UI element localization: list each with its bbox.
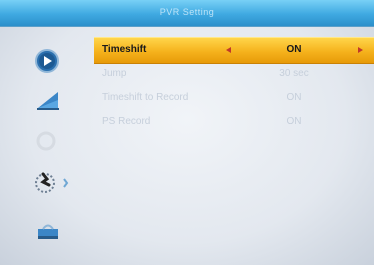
menu-item-label: Timeshift to Record: [102, 92, 189, 103]
category-search[interactable]: [8, 122, 88, 162]
menu-item-label: Timeshift: [102, 44, 147, 55]
menu-item-timeshift-to-record[interactable]: Timeshift to Record ON: [94, 86, 374, 111]
arrow-right-icon[interactable]: [358, 47, 363, 53]
category-icon-column: [8, 30, 88, 265]
menu-item-value: ON: [286, 44, 302, 55]
window-title: PVR Setting: [159, 7, 215, 17]
menu-item-value: ON: [286, 92, 302, 103]
picture-icon: [37, 92, 59, 110]
category-picture[interactable]: [8, 82, 88, 122]
system-settings-icon: [35, 172, 69, 193]
menu-item-label: Jump: [102, 68, 127, 79]
media-play-icon: [35, 49, 59, 73]
menu-item-value: 30 sec: [279, 68, 309, 79]
arrow-left-icon[interactable]: [226, 47, 231, 53]
menu-item-timeshift[interactable]: Timeshift ON: [94, 37, 374, 64]
menu-item-label: PS Record: [102, 116, 151, 127]
menu-item-jump[interactable]: Jump 30 sec: [94, 62, 374, 87]
category-media[interactable]: [8, 42, 88, 82]
menu-item-ps-record[interactable]: PS Record ON: [94, 110, 374, 135]
title-bar: PVR Setting: [0, 0, 374, 27]
category-tools[interactable]: [8, 214, 88, 254]
tv-screen: PVR Setting Timeshift ON Jump 30 sec Tim…: [0, 0, 374, 265]
category-system-settings[interactable]: [8, 164, 88, 204]
search-icon: [36, 131, 56, 151]
menu-item-value: ON: [286, 116, 302, 127]
pvr-settings-menu: Timeshift ON Jump 30 sec Timeshift to Re…: [94, 30, 374, 265]
tools-icon: [38, 224, 58, 239]
